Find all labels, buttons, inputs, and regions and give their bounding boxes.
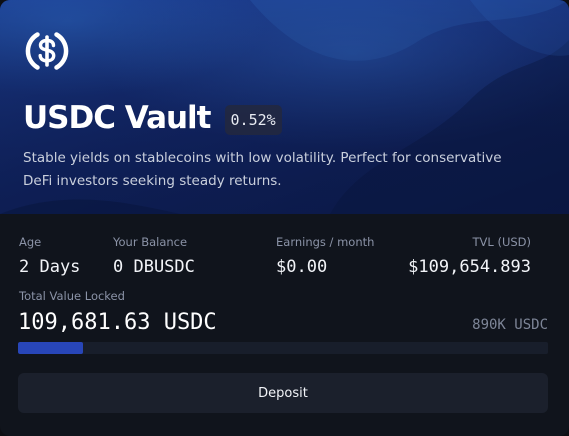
tvl-cap: 890K USDC	[472, 317, 548, 333]
tvl-progress-bar	[18, 342, 548, 354]
stat-age-value: 2 Days	[19, 257, 81, 277]
stat-earnings: Earnings / month $0.00	[276, 234, 374, 278]
tvl-label: Total Value Locked	[19, 289, 125, 303]
vault-card: USDC Vault 0.52% Stable yields on stable…	[0, 0, 569, 436]
vault-description: Stable yields on stablecoins with low vo…	[23, 150, 502, 189]
vault-hero-banner: USDC Vault 0.52% Stable yields on stable…	[0, 0, 569, 214]
stat-age: Age 2 Days	[19, 234, 80, 278]
stat-tvl-usd-value: $109,654.893	[408, 257, 531, 277]
usdc-dollar-circle-icon	[25, 32, 69, 70]
stat-balance-label: Your Balance	[113, 235, 188, 249]
deposit-button[interactable]: Deposit	[18, 373, 548, 413]
stat-tvl-usd: TVL (USD) $109,654.893	[408, 234, 531, 278]
stat-earnings-value: $0.00	[276, 257, 328, 277]
apy-badge: 0.52%	[224, 105, 282, 135]
vault-title: USDC Vault	[23, 100, 212, 136]
stat-balance-value: 0 DBUSDC	[113, 257, 195, 277]
stat-balance: Your Balance 0 DBUSDC	[113, 234, 195, 278]
title-row: USDC Vault 0.52%	[23, 98, 282, 138]
tvl-progress-fill	[18, 342, 84, 354]
stat-age-label: Age	[19, 235, 42, 249]
stat-tvl-usd-label: TVL (USD)	[472, 235, 532, 249]
hero-content: USDC Vault 0.52% Stable yields on stable…	[0, 0, 569, 214]
tvl-value: 109,681.63 USDC	[18, 310, 217, 335]
stat-earnings-label: Earnings / month	[276, 235, 375, 249]
